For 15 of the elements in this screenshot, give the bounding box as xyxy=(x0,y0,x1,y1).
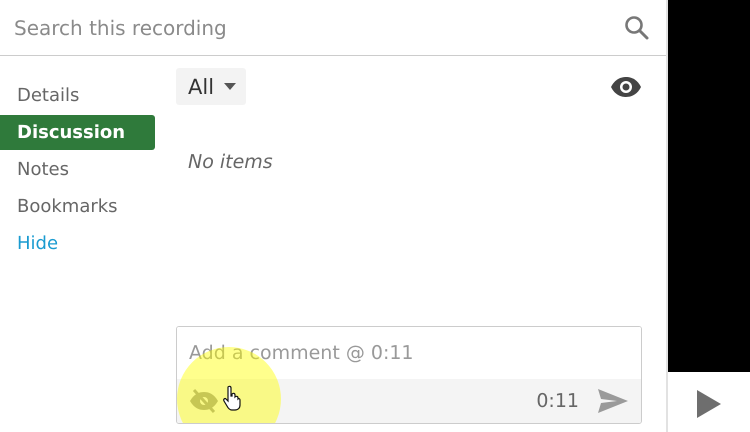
play-icon[interactable] xyxy=(696,389,722,419)
sidebar-tab[interactable]: Notes xyxy=(0,152,155,187)
search-field[interactable]: Search this recording xyxy=(14,16,616,40)
sidebar-tab[interactable]: Bookmarks xyxy=(0,189,155,224)
eye-icon[interactable] xyxy=(610,76,642,98)
timestamp: 0:11 xyxy=(536,390,579,412)
sidebar-tab[interactable]: Details xyxy=(0,78,155,113)
sidebar-tab[interactable]: Discussion xyxy=(0,115,155,150)
hand-cursor-icon xyxy=(223,385,241,411)
caret-icon xyxy=(224,83,236,90)
hide-link[interactable]: Hide xyxy=(0,226,64,261)
empty-message: No items xyxy=(188,151,274,173)
search-icon[interactable] xyxy=(624,14,650,40)
send-icon[interactable] xyxy=(597,388,629,414)
filter-dropdown[interactable]: All xyxy=(176,68,246,105)
